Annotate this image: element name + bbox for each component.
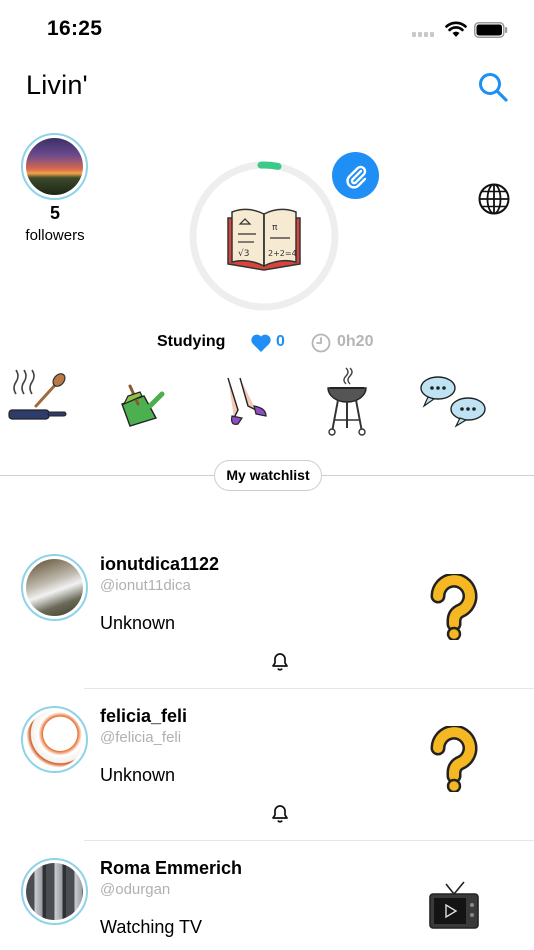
activity-summary: Studying 0 0h20	[0, 331, 534, 355]
current-activity-label: Studying	[157, 333, 226, 350]
list-item[interactable]: ionutdica1122 @ionut11dica Unknown	[0, 540, 534, 692]
paperclip-icon	[345, 165, 366, 189]
likes-count: 0	[276, 333, 285, 350]
svg-text:π: π	[272, 223, 278, 233]
bell-icon[interactable]	[269, 650, 291, 672]
bell-icon[interactable]	[269, 802, 291, 824]
avatar[interactable]	[21, 554, 88, 621]
svg-text:√3: √3	[238, 248, 249, 259]
open-book-icon: √3 π 2+2=4	[227, 208, 301, 271]
question-mark-icon	[430, 574, 478, 640]
dancing-icon[interactable]	[220, 366, 270, 438]
barbecue-icon[interactable]	[322, 366, 372, 438]
user-handle: @ionut11dica	[100, 577, 191, 594]
chatting-icon[interactable]	[418, 366, 488, 438]
question-mark-icon	[430, 726, 478, 792]
profile-avatar[interactable]	[21, 133, 88, 200]
cleaning-icon[interactable]	[116, 366, 166, 438]
user-name[interactable]: felicia_feli	[100, 706, 187, 727]
user-name[interactable]: Roma Emmerich	[100, 858, 242, 879]
battery-icon	[474, 22, 508, 38]
clock-icon	[311, 333, 331, 353]
user-status: Unknown	[100, 613, 176, 633]
cellular-signal-icon	[412, 32, 436, 38]
followers-label[interactable]: followers	[10, 227, 100, 244]
svg-text:2+2=4: 2+2=4	[268, 249, 297, 258]
search-icon[interactable]	[475, 69, 511, 105]
avatar[interactable]	[21, 858, 88, 925]
list-item[interactable]: felicia_feli @felicia_feli Unknown	[0, 692, 534, 844]
list-item[interactable]: Roma Emmerich @odurgan Watching TV	[0, 844, 534, 950]
watchlist-button[interactable]: My watchlist	[214, 460, 322, 491]
user-status: Unknown	[100, 765, 176, 785]
globe-icon[interactable]	[476, 181, 512, 217]
row-divider	[84, 688, 534, 689]
user-handle: @odurgan	[100, 881, 171, 898]
activity-selector	[0, 366, 534, 438]
status-time: 16:25	[47, 17, 103, 40]
activity-progress-ring[interactable]: √3 π 2+2=4	[188, 160, 340, 312]
attach-button[interactable]	[332, 152, 379, 199]
user-name[interactable]: ionutdica1122	[100, 554, 219, 575]
followers-count[interactable]: 5	[20, 203, 90, 224]
avatar[interactable]	[21, 706, 88, 773]
status-bar: 16:25	[0, 0, 534, 58]
page-title: Livin'	[26, 70, 88, 100]
activity-duration: 0h20	[337, 333, 374, 350]
user-handle: @felicia_feli	[100, 729, 182, 746]
heart-icon[interactable]	[250, 333, 272, 353]
tv-icon	[429, 881, 479, 929]
cooking-icon[interactable]	[8, 366, 68, 438]
wifi-icon	[445, 21, 467, 37]
row-divider	[84, 840, 534, 841]
user-status: Watching TV	[100, 917, 203, 937]
sunset-avatar-image	[26, 138, 83, 195]
